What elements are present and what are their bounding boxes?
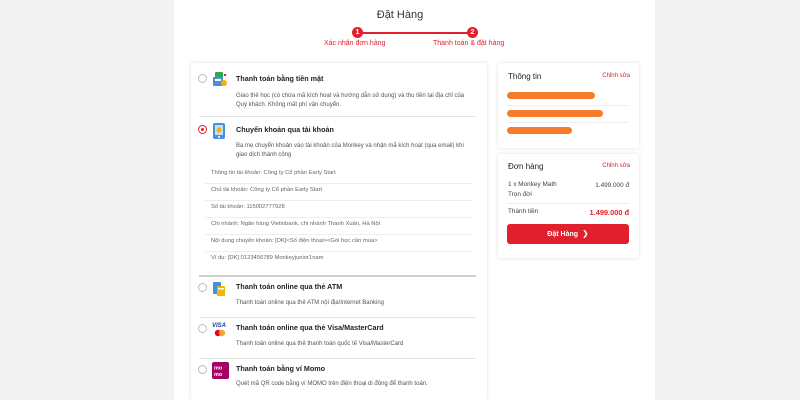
bank-info-divider: [205, 251, 473, 252]
bank-info-row: Ví dụ: [DK] 0123456789 Monkeyjunior1nam: [211, 255, 324, 261]
bank-info-row: Chủ tài khoản: Công ty Cổ phần Early Sta…: [211, 187, 323, 193]
bank-info-row: Thông tin tài khoản: Công ty Cổ phần Ear…: [211, 170, 336, 176]
atm-card-icon: [212, 280, 226, 296]
atm-radio[interactable]: [198, 283, 207, 292]
redacted-info-bar: [507, 92, 595, 99]
order-panel: Đơn hàng Chỉnh sửa 1 x Monkey Math Trọn …: [498, 154, 639, 258]
momo-description: Quét mã QR code bằng ví MOMO trên điện t…: [236, 381, 428, 387]
bank-transfer-radio[interactable]: [198, 125, 207, 134]
bank-transfer-title: Chuyển khoản qua tài khoản: [236, 125, 334, 134]
step-1-label: Xác nhận đơn hàng: [324, 40, 386, 47]
visa-mastercard-icon: VISA: [212, 321, 230, 337]
separator: [199, 358, 476, 359]
bank-transfer-description: Ba mẹ chuyển khoản vào tài khoản của Mon…: [236, 143, 464, 158]
bank-info-divider: [205, 200, 473, 201]
step-1-dot: 1: [352, 27, 363, 38]
steps-progress-line: [357, 32, 473, 34]
atm-title: Thanh toán online qua thẻ ATM: [236, 282, 343, 291]
cash-description: Giao thẻ học (có chứa mã kích hoạt và hư…: [236, 93, 465, 108]
info-divider: [507, 122, 629, 123]
order-total-label: Thành tiền: [508, 208, 539, 215]
separator: [199, 317, 476, 318]
info-divider: [507, 105, 629, 106]
order-edit-link[interactable]: Chỉnh sửa: [602, 163, 630, 169]
redacted-info-bar: [507, 127, 572, 134]
order-heading: Đơn hàng: [508, 162, 544, 171]
bank-info-divider: [205, 217, 473, 218]
page-title: Đặt Hàng: [376, 9, 424, 21]
svg-text:mo: mo: [214, 372, 223, 378]
place-order-button[interactable]: Đặt Hàng ❯: [507, 224, 629, 244]
svg-text:mo: mo: [214, 366, 223, 372]
separator: [199, 116, 476, 117]
bank-info-divider: [205, 183, 473, 184]
step-2-label: Thanh toán & đặt hàng: [433, 40, 505, 47]
order-item-price: 1.499.000 đ: [595, 182, 629, 189]
place-order-label: Đặt Hàng: [547, 231, 579, 238]
svg-text:VISA: VISA: [212, 323, 226, 329]
redacted-info-bar: [507, 110, 603, 117]
order-item-duration: Trọn đời: [508, 191, 532, 198]
info-panel: Thông tin Chỉnh sửa: [498, 63, 639, 148]
order-total-value: 1.499.000 đ: [589, 208, 629, 217]
bank-info-divider: [205, 234, 473, 235]
visa-mastercard-title: Thanh toán online qua thẻ Visa/MasterCar…: [236, 323, 384, 332]
checkout-steps: 1 Xác nhận đơn hàng 2 Thanh toán & đặt h…: [318, 27, 518, 51]
separator: [199, 275, 476, 277]
order-item-name: 1 x Monkey Math: [508, 181, 557, 188]
info-edit-link[interactable]: Chỉnh sửa: [602, 73, 630, 79]
momo-title: Thanh toán bằng ví Momo: [236, 364, 326, 373]
visa-mastercard-radio[interactable]: [198, 324, 207, 333]
cash-title: Thanh toán bằng tiền mặt: [236, 74, 324, 83]
step-2-dot: 2: [467, 27, 478, 38]
bank-info-row: Nội dung chuyển khoản: [DK]<Số điện thoạ…: [211, 238, 378, 244]
momo-radio[interactable]: [198, 365, 207, 374]
bank-transfer-icon: [212, 122, 226, 139]
cash-icon: [212, 71, 227, 87]
cash-radio[interactable]: [198, 74, 207, 83]
info-heading: Thông tin: [508, 72, 542, 81]
payment-methods-card: Thanh toán bằng tiền mặt Giao thẻ học (c…: [191, 63, 487, 400]
visa-mastercard-description: Thanh toán online qua thẻ thanh toán quố…: [236, 341, 404, 347]
chevron-right-icon: ❯: [581, 229, 589, 238]
momo-icon: mo mo: [212, 362, 229, 379]
order-divider: [507, 203, 629, 204]
bank-info-row: Số tài khoản: 115002777928: [211, 204, 285, 210]
atm-description: Thanh toán online qua thẻ ATM nội địa/In…: [236, 300, 384, 306]
bank-info-row: Chi nhánh: Ngân hàng Vietinbank, chi nhá…: [211, 221, 380, 227]
